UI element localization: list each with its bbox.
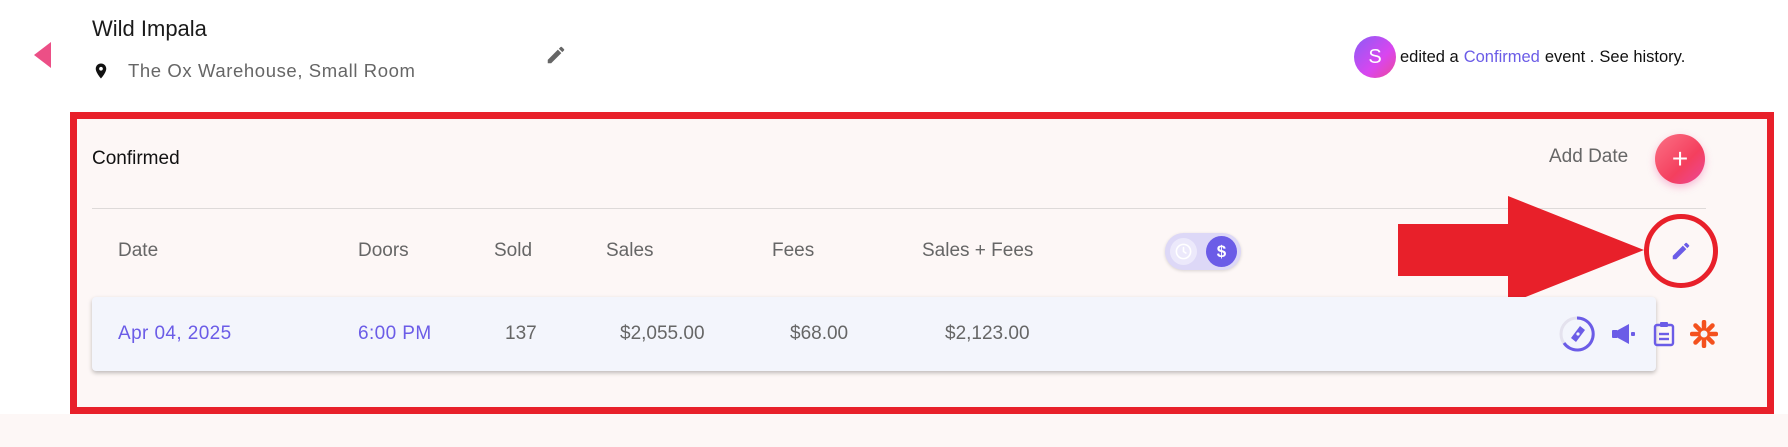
asterisk-icon[interactable] <box>1690 320 1718 348</box>
megaphone-icon[interactable] <box>1610 322 1638 346</box>
edit-row-button[interactable] <box>1644 214 1718 288</box>
add-date-button[interactable]: + <box>1655 134 1705 184</box>
row-fees: $68.00 <box>790 323 849 344</box>
dollar-icon: $ <box>1206 236 1237 267</box>
venue-row: The Ox Warehouse, Small Room <box>92 60 416 82</box>
row-sold: 137 <box>505 323 537 344</box>
event-header: Wild Impala The Ox Warehouse, Small Room… <box>0 0 1788 112</box>
column-header-doors: Doors <box>358 240 409 261</box>
history-suffix: event . <box>1544 47 1595 66</box>
location-pin-icon <box>95 63 107 79</box>
table-row[interactable]: Apr 04, 2025 6:00 PM 137 $2,055.00 $68.0… <box>92 297 1718 371</box>
row-actions <box>1558 315 1718 353</box>
back-arrow-icon[interactable] <box>34 42 51 68</box>
see-history-link[interactable]: See history. <box>1599 48 1685 67</box>
row-date[interactable]: Apr 04, 2025 <box>118 323 232 345</box>
edit-pencil-icon <box>1672 242 1690 260</box>
avatar: S <box>1354 36 1396 78</box>
time-currency-toggle[interactable]: $ <box>1165 233 1241 270</box>
row-doors[interactable]: 6:00 PM <box>358 323 432 345</box>
ticket-progress-icon[interactable] <box>1558 315 1596 353</box>
column-header-sold: Sold <box>494 240 533 261</box>
column-header-sales-fees: Sales + Fees <box>922 240 1034 261</box>
venue-name: The Ox Warehouse, Small Room <box>128 60 416 81</box>
history-prefix: edited a <box>1400 47 1459 66</box>
clipboard-icon[interactable] <box>1652 321 1676 347</box>
panel-title: Confirmed <box>92 148 180 169</box>
page-background <box>0 414 1788 447</box>
status-link[interactable]: Confirmed <box>1464 48 1540 67</box>
edit-event-pencil-icon[interactable] <box>545 44 567 66</box>
row-sales: $2,055.00 <box>620 323 705 344</box>
column-header-sales: Sales <box>606 240 654 261</box>
column-header-date: Date <box>118 240 159 261</box>
add-date-label[interactable]: Add Date <box>1549 146 1628 168</box>
plus-icon: + <box>1671 143 1689 174</box>
edit-history-notice: S edited a Confirmed event . See history… <box>1354 36 1685 78</box>
annotation-arrow-icon <box>1398 196 1644 304</box>
column-header-fees: Fees <box>772 240 815 261</box>
clock-icon <box>1170 238 1197 265</box>
event-title: Wild Impala <box>92 16 207 41</box>
row-sales-fees: $2,123.00 <box>945 323 1030 344</box>
